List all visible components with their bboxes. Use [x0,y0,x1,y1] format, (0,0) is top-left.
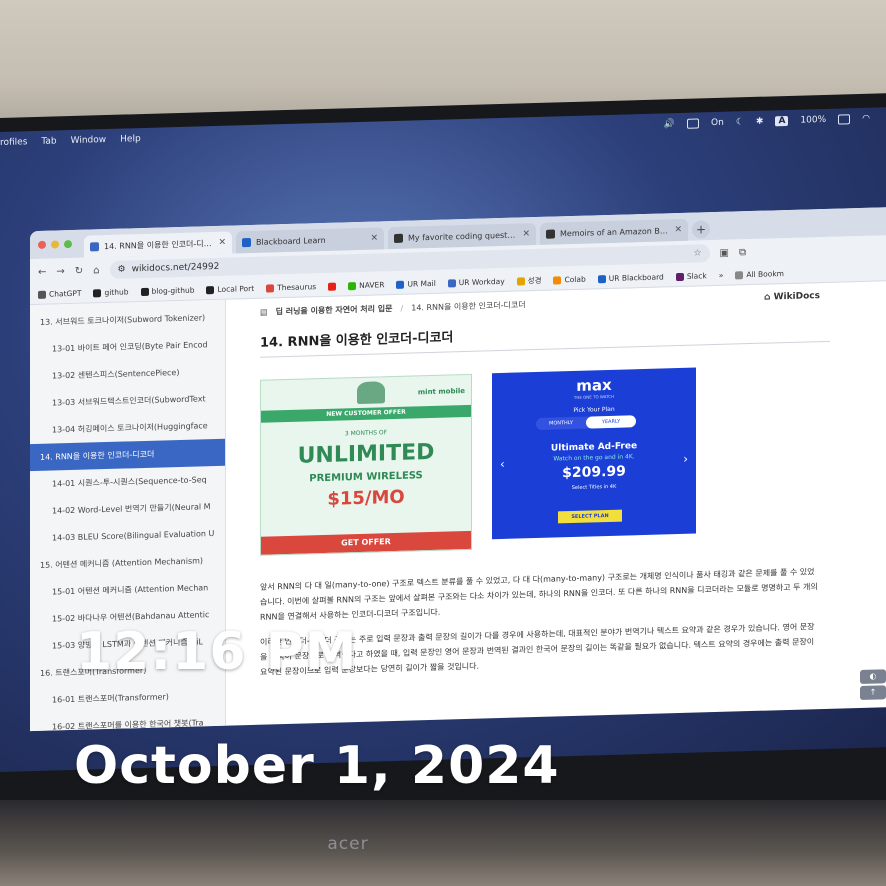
bookmark-colab[interactable]: Colab [553,275,586,285]
desk-background [0,800,886,886]
close-tab-icon[interactable]: ✕ [370,233,378,243]
minimize-window-button[interactable] [51,240,59,249]
blackboard-favicon-icon [242,237,251,247]
bookmark-slack[interactable]: Slack [675,271,707,281]
github-icon [93,288,102,297]
page-title: 14. RNN을 이용한 인코더-디코더 [260,315,830,358]
get-offer-button[interactable]: GET OFFER [261,530,471,555]
bookmark-ur-mail[interactable]: UR Mail [396,279,436,289]
medium-favicon-icon [394,233,403,243]
battery-icon[interactable] [838,114,851,125]
puzzle-icon[interactable]: ⧉ [739,247,746,258]
bible-icon [516,276,525,286]
medium-favicon-icon [546,228,555,239]
plan-toggle[interactable]: MONTHLY YEARLY [536,415,636,431]
outlook-icon [396,280,405,289]
bookmark-ur-workday[interactable]: UR Workday [447,277,505,288]
bluetooth-icon[interactable]: ✱ [756,117,764,127]
menu-tab[interactable]: Tab [41,136,56,146]
input-source[interactable]: A [775,115,789,127]
thesaurus-icon [266,283,275,293]
ad-headline: UNLIMITED [297,439,435,469]
bookmark-ur-blackboard[interactable]: UR Blackboard [597,272,664,283]
home-icon[interactable]: ⌂ [93,265,99,276]
monthly-option[interactable]: MONTHLY [536,417,586,430]
moon-icon[interactable]: ☾ [736,117,744,127]
ad-months: 3 MONTHS OF [344,429,388,438]
wifi-icon[interactable]: ◠ [862,114,870,124]
tab-rnn-encoder-decoder[interactable]: 14. RNN을 이용한 인코더-디코더 ✕ [84,231,232,258]
wikidocs-favicon-icon [90,241,99,251]
mint-mobile-ad[interactable]: mint mobile NEW CUSTOMER OFFER 3 MONTHS … [260,373,472,556]
focus-status[interactable]: On [711,118,724,128]
url-text: wikidocs.net/24992 [131,261,220,275]
time-overlay: 12:16 PM [76,622,358,682]
ad-price: $15/MO [327,486,405,510]
yearly-option[interactable]: YEARLY [586,415,636,429]
breadcrumb-page[interactable]: 14. RNN을 이용한 인코더-디코더 [411,299,525,313]
bookmark-all[interactable]: All Bookm [735,269,784,279]
battery-percent: 100% [800,114,827,126]
tab-blackboard-learn[interactable]: Blackboard Learn ✕ [236,227,384,254]
extension-icon[interactable]: ▣ [720,247,729,258]
bookmarks-overflow[interactable]: » [719,271,724,280]
bookmark-star-icon[interactable]: ☆ [693,248,701,258]
ad-row: mint mobile NEW CUSTOMER OFFER 3 MONTHS … [260,363,870,556]
back-icon[interactable]: ← [38,266,46,277]
home-icon: ⌂ [763,292,771,303]
select-plan-button[interactable]: SELECT PLAN [558,509,622,524]
github-icon [140,287,149,296]
bookmark-github[interactable]: github [93,287,129,297]
new-tab-button[interactable]: + [692,220,710,239]
close-window-button[interactable] [38,240,46,249]
monitor-brand-logo: acer [327,834,369,854]
bookmark-bible[interactable]: 성경 [516,275,541,287]
naver-icon [348,281,357,290]
display-icon[interactable] [687,118,700,129]
forward-icon[interactable]: → [56,266,64,277]
theme-toggle-button[interactable]: ◐ [860,669,886,684]
ad-pick-plan: Pick Your Plan [573,405,615,414]
bookmark-chatgpt[interactable]: ChatGPT [38,289,81,299]
maximize-window-button[interactable] [64,239,72,249]
bookmark-youtube[interactable] [328,282,337,291]
blackboard-icon [597,274,606,283]
date-overlay: October 1, 2024 [74,736,560,796]
colab-icon [553,275,562,285]
bookmark-naver[interactable]: NAVER [348,280,384,290]
tab-amazon-memoirs[interactable]: Memoirs of an Amazon Bar Ra ✕ [540,218,688,245]
ad-banner: NEW CUSTOMER OFFER [261,404,471,423]
ad-titles: Select Titles in 4K [571,483,617,492]
book-icon: ▤ [260,307,268,317]
workday-icon [447,278,456,287]
chatgpt-icon [38,290,46,299]
site-settings-icon[interactable]: ⚙ [118,264,126,274]
reload-icon[interactable]: ↻ [75,265,83,276]
folder-icon [735,270,744,279]
close-tab-icon[interactable]: ✕ [674,225,682,235]
close-tab-icon[interactable]: ✕ [218,238,226,248]
tab-coding-question[interactable]: My favorite coding question t ✕ [388,223,536,250]
fox-mascot-icon [357,381,385,405]
site-logo[interactable]: ⌂ WikiDocs [764,291,820,303]
youtube-icon [328,282,337,291]
close-tab-icon[interactable]: ✕ [522,229,530,239]
menu-window[interactable]: Window [71,135,107,146]
scroll-top-button[interactable]: ↑ [860,685,886,700]
breadcrumb-book[interactable]: 딥 러닝을 이용한 자연어 처리 입문 [276,303,393,317]
bookmark-blog-github[interactable]: blog-github [140,286,194,297]
bookmark-local-port[interactable]: Local Port [206,284,254,294]
menu-profiles[interactable]: rofiles [0,137,27,148]
slack-icon [675,272,684,281]
article-paragraph: 앞서 RNN의 다 대 일(many-to-one) 구조로 텍스트 분류를 풀… [260,567,818,622]
ad-price: $209.99 [562,463,626,482]
ad-subheadline: PREMIUM WIRELESS [309,470,423,485]
volume-icon[interactable]: 🔊 [664,119,675,129]
github-icon [206,285,215,294]
max-ad[interactable]: max THE ONE TO WATCH Pick Your Plan MONT… [492,367,696,540]
ad-brand: mint mobile [417,387,465,397]
menu-help[interactable]: Help [120,134,141,145]
bookmark-thesaurus[interactable]: Thesaurus [266,282,316,292]
